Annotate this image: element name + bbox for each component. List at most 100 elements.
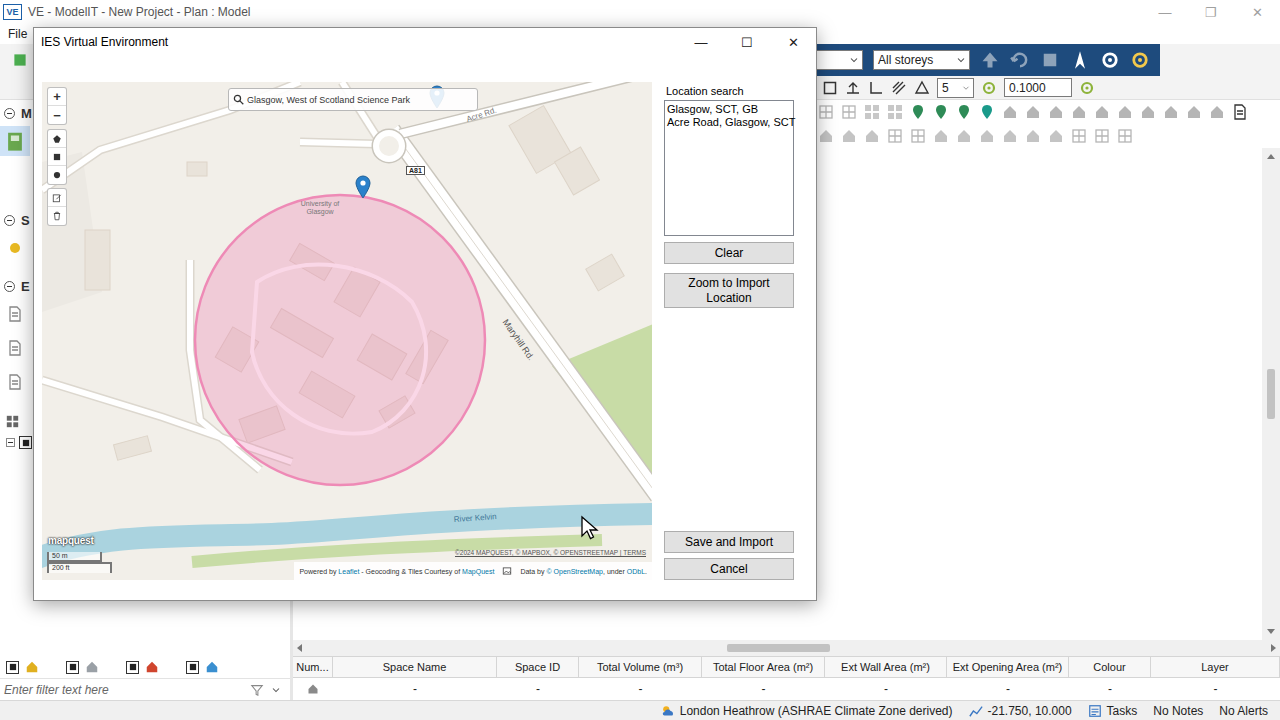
map-marker[interactable] — [355, 175, 371, 199]
sidebar-item[interactable] — [0, 299, 30, 329]
map[interactable]: Acre Rd.Maryhill Rd.A81University of Gla… — [42, 82, 652, 580]
zoom-button[interactable]: + — [48, 88, 66, 106]
scroll-down[interactable] — [1267, 629, 1275, 634]
sync-icon[interactable] — [1130, 50, 1150, 70]
column-header[interactable]: Space Name — [333, 657, 497, 677]
credit-link[interactable]: Leaflet — [338, 568, 359, 575]
tool-icon[interactable] — [1094, 104, 1110, 120]
column-header[interactable]: Total Floor Area (m²) — [702, 657, 825, 677]
chevron-icon[interactable] — [270, 684, 282, 696]
delete-layers-button[interactable] — [48, 207, 66, 225]
tool-icon[interactable] — [1071, 128, 1087, 144]
tool-icon[interactable] — [1048, 128, 1064, 144]
status-item[interactable]: -21.750, 10.000 — [969, 704, 1072, 718]
horizontal-scrollbar[interactable] — [293, 640, 1280, 656]
column-header[interactable]: Colour — [1069, 657, 1151, 677]
funnel-icon[interactable] — [250, 683, 264, 697]
cancel-button[interactable]: Cancel — [664, 558, 794, 580]
credit-link[interactable]: ODbL — [627, 568, 645, 575]
tool-icon[interactable] — [1002, 128, 1018, 144]
layer-checkbox[interactable] — [186, 661, 199, 674]
settings-icon[interactable] — [1100, 50, 1120, 70]
save-import-button[interactable]: Save and Import — [664, 531, 794, 553]
tool-icon[interactable] — [887, 128, 903, 144]
expand-toggle[interactable] — [6, 438, 15, 447]
tool-icon[interactable] — [1140, 104, 1156, 120]
tool-icon[interactable] — [1002, 104, 1018, 120]
move-up-icon[interactable] — [980, 50, 1000, 70]
column-header[interactable]: Space ID — [497, 657, 579, 677]
tool-icon[interactable] — [1117, 104, 1133, 120]
menu-item[interactable]: File — [6, 27, 29, 41]
tool-icon[interactable] — [1232, 104, 1248, 120]
filter-field[interactable]: Enter filter text here — [0, 678, 290, 700]
scroll-thumb[interactable] — [727, 644, 830, 652]
status-item[interactable]: London Heathrow (ASHRAE Climate Zone der… — [661, 704, 953, 718]
extrude-tool-icon[interactable] — [845, 80, 861, 96]
storey-select[interactable]: All storeys — [873, 50, 970, 70]
tool-icon[interactable] — [956, 104, 972, 120]
status-item[interactable]: No Notes — [1153, 704, 1203, 718]
tool-icon[interactable] — [1186, 104, 1202, 120]
tool-icon[interactable] — [956, 128, 972, 144]
collapse-toggle[interactable] — [4, 108, 15, 119]
status-item[interactable]: Tasks — [1088, 704, 1138, 718]
scroll-up[interactable] — [1267, 154, 1275, 159]
collapse-toggle[interactable] — [4, 281, 15, 292]
tool-icon[interactable] — [1163, 104, 1179, 120]
tool-icon[interactable] — [1048, 104, 1064, 120]
north-arrow-icon[interactable] — [1070, 50, 1090, 70]
layer-toggle[interactable] — [186, 660, 246, 674]
tool-icon[interactable] — [1025, 104, 1041, 120]
layer-toggle[interactable] — [126, 660, 186, 674]
tool-icon[interactable] — [979, 128, 995, 144]
location-results[interactable]: Glasgow, SCT, GBAcre Road, Glasgow, SCT — [664, 100, 794, 236]
clear-button[interactable]: Clear — [664, 242, 794, 264]
tool-icon[interactable] — [910, 104, 926, 120]
draw-circle-button[interactable] — [48, 166, 66, 184]
tree-checkbox[interactable] — [19, 436, 32, 449]
grid-icon[interactable] — [6, 415, 19, 428]
zoom-to-location-button[interactable]: Zoom to Import Location — [664, 273, 794, 308]
rotate-icon[interactable] — [1010, 50, 1030, 70]
block-icon[interactable] — [1040, 50, 1060, 70]
layer-toggle[interactable] — [6, 660, 66, 674]
layer-toggle[interactable] — [66, 660, 126, 674]
tool-icon[interactable] — [1025, 128, 1041, 144]
location-result[interactable]: Glasgow, SCT, GB — [667, 103, 791, 116]
draw-polygon-button[interactable] — [48, 130, 66, 148]
layer-checkbox[interactable] — [6, 661, 19, 674]
credit-link[interactable]: MapQuest — [462, 568, 494, 575]
tool-icon[interactable] — [1094, 128, 1110, 144]
grid-settings-icon[interactable] — [1079, 80, 1095, 96]
layer-checkbox[interactable] — [126, 661, 139, 674]
scroll-right[interactable] — [1271, 644, 1276, 652]
tool-icon[interactable] — [1071, 104, 1087, 120]
sidebar-item[interactable] — [0, 367, 30, 397]
dialog-control-button[interactable]: ☐ — [724, 30, 770, 54]
tool-icon[interactable] — [864, 128, 880, 144]
credit-link[interactable]: © OpenStreetMap — [546, 568, 603, 575]
grid-field[interactable]: 0.1000 — [1004, 78, 1072, 97]
tool-icon[interactable] — [979, 104, 995, 120]
vertical-scrollbar[interactable] — [1262, 148, 1280, 640]
step-select[interactable]: 5 — [937, 78, 974, 98]
column-header[interactable]: Ext Wall Area (m²) — [825, 657, 947, 677]
sidebar-item[interactable] — [0, 233, 30, 263]
tool-icon[interactable] — [864, 104, 880, 120]
app-tool-icon[interactable] — [11, 51, 29, 69]
corner-tool-icon[interactable] — [868, 80, 884, 96]
rectangle-tool-icon[interactable] — [822, 80, 838, 96]
status-item[interactable]: No Alerts — [1219, 704, 1268, 718]
sidebar-item[interactable] — [0, 333, 30, 363]
tool-icon[interactable] — [841, 104, 857, 120]
collapse-toggle[interactable] — [4, 215, 15, 226]
window-control-button[interactable]: ❐ — [1188, 0, 1234, 24]
layer-checkbox[interactable] — [66, 661, 79, 674]
hatch-tool-icon[interactable] — [891, 80, 907, 96]
tool-icon[interactable] — [1209, 104, 1225, 120]
window-control-button[interactable]: — — [1142, 0, 1188, 24]
draw-rectangle-button[interactable] — [48, 148, 66, 166]
roof-tool-icon[interactable] — [914, 80, 930, 96]
tool-icon[interactable] — [818, 128, 834, 144]
